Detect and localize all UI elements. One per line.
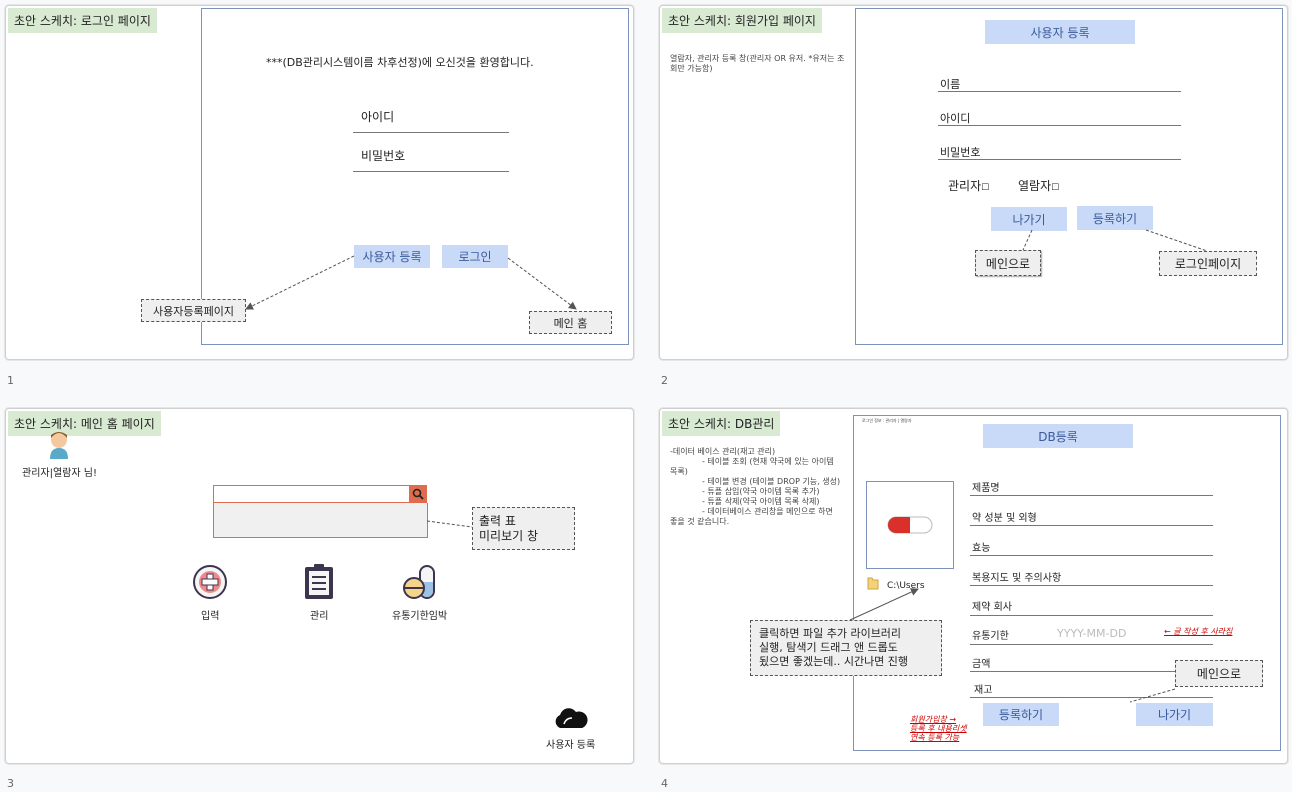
slide-number: 1	[7, 374, 14, 387]
slide-number: 4	[661, 777, 668, 790]
arrows	[245, 255, 577, 310]
slide-4[interactable]: 초안 스케치: DB관리 -데이터 베이스 관리(재고 관리) - 테이블 조회…	[659, 408, 1288, 764]
slide-2[interactable]: 초안 스케치: 회원가입 페이지 열람자, 관리자 등록 창(관리자 OR 유저…	[659, 5, 1288, 360]
arrows	[1022, 229, 1208, 252]
slide-1[interactable]: 초안 스케치: 로그인 페이지 ***(DB관리시스템이름 차후선정)에 오신것…	[5, 5, 634, 360]
slide-number: 2	[661, 374, 668, 387]
slide-3[interactable]: 초안 스케치: 메인 홈 페이지 관리자|열람자 님! 출력 표 미리보기 창 …	[5, 408, 634, 764]
slide-number: 3	[7, 777, 14, 790]
arrows	[426, 520, 473, 528]
arrows	[849, 588, 1176, 703]
